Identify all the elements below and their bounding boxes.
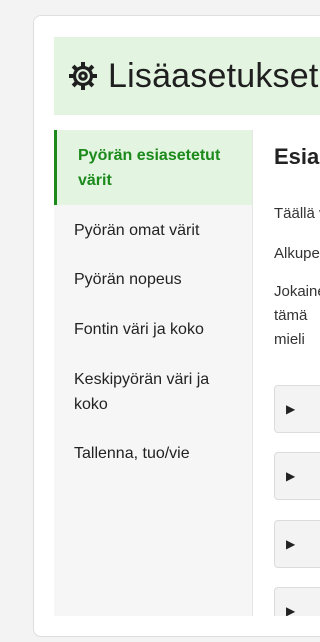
sidebar-item-label: Keskipyörän väri ja koko — [74, 371, 210, 413]
sidebar-item-label: Tallenna, tuo/vie — [74, 444, 190, 462]
section-heading: Esiasetetut värit — [274, 144, 320, 169]
settings-card: Lisäasetukset Pyörän esiasetetut värit P… — [33, 15, 320, 637]
sidebar-item-label: Pyörän esiasetetut värit — [78, 146, 221, 189]
accordion-item[interactable]: ▶ — [274, 587, 320, 616]
sidebar-item-label: Fontin väri ja koko — [74, 320, 204, 338]
expand-arrow-icon: ▶ — [286, 537, 296, 551]
sidebar-item-label: Pyörän nopeus — [74, 271, 182, 288]
sidebar-item-label: Pyörän omat värit — [74, 221, 200, 239]
expand-arrow-icon: ▶ — [286, 469, 296, 483]
gear-icon — [68, 61, 98, 91]
content-text: Jokainen — [274, 283, 320, 300]
expand-arrow-icon: ▶ — [286, 604, 296, 616]
accordion-item[interactable]: ▶ — [274, 452, 320, 500]
content-text: Alkuperäiset — [274, 245, 320, 262]
sidebar-item-font[interactable]: Fontin väri ja koko — [54, 304, 252, 354]
content-text: tämä — [274, 307, 308, 324]
page-title: Lisäasetukset — [108, 56, 319, 95]
sidebar-item-center-wheel[interactable]: Keskipyörän väri ja koko — [54, 354, 252, 430]
expand-arrow-icon: ▶ — [286, 402, 296, 416]
settings-sidebar: Pyörän esiasetetut värit Pyörän omat vär… — [54, 130, 253, 616]
content-text: Täällä voit valita — [274, 205, 320, 222]
sidebar-item-own-colors[interactable]: Pyörän omat värit — [54, 205, 252, 255]
sidebar-item-speed[interactable]: Pyörän nopeus — [54, 255, 252, 304]
settings-content: Esiasetetut värit Täällä voit valita Alk… — [254, 130, 320, 616]
accordion-item[interactable]: ▶ — [274, 520, 320, 568]
page-header: Lisäasetukset — [54, 37, 320, 115]
accordion-item[interactable]: ▶ — [274, 385, 320, 433]
sidebar-item-save-import-export[interactable]: Tallenna, tuo/vie — [54, 430, 252, 476]
content-text: mieli — [274, 331, 305, 348]
sidebar-item-preset-colors[interactable]: Pyörän esiasetetut värit — [54, 130, 252, 205]
